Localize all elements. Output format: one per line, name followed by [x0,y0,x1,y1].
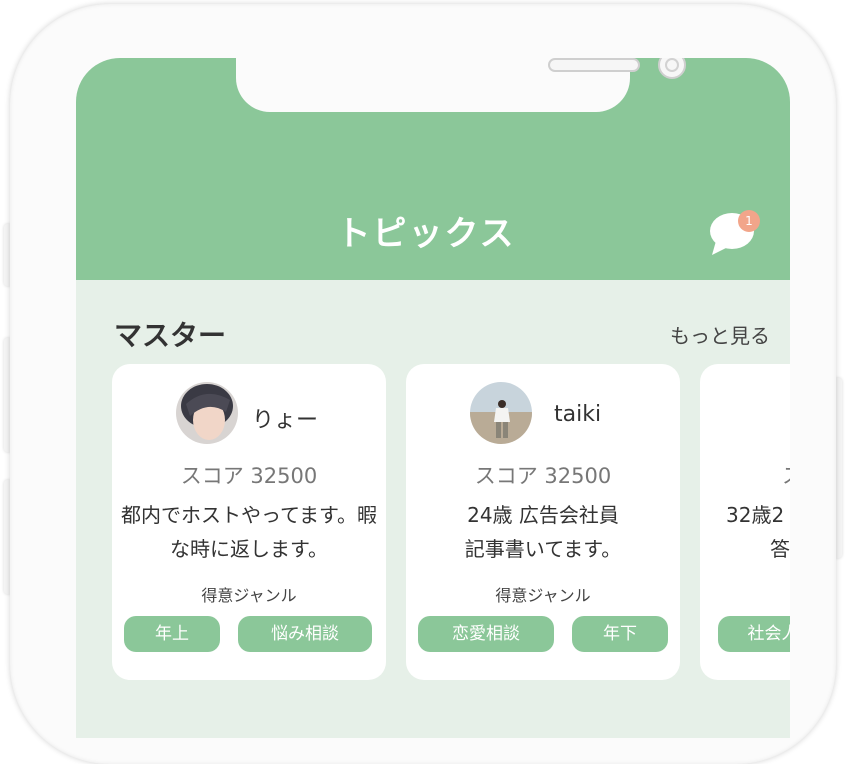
avatar-taiki [470,382,532,444]
genre-tag[interactable]: 恋愛相談 [418,616,554,652]
app-screen: トピックス 1 マスター もっと見る りょー スコア 32500 都内でホストや… [76,58,790,738]
description-line: 24歳 広告会社員 [467,503,619,527]
speaker-grille [548,58,640,72]
see-more-link[interactable]: もっと見る [670,320,770,349]
app-header: トピックス 1 [76,58,790,280]
description-line: 記事書いてます。 [464,537,622,561]
genre-label: 得意ジャンル [495,586,591,605]
page-title: トピックス [336,214,516,254]
section-title: マスター [114,319,227,352]
master-description: 32歳2 答 [726,498,790,566]
genre-tag[interactable]: 年下 [572,616,668,652]
notification-badge: 1 [738,210,760,232]
master-name: りょー [252,408,319,433]
genre-tag[interactable]: 社会人 [718,616,790,652]
master-description: 24歳 広告会社員 記事書いてます。 [414,498,672,566]
master-card[interactable]: りょー スコア 32500 都内でホストやってます。暇な時に返します。 得意ジャ… [112,364,386,680]
master-score: スコア 32500 [180,464,318,488]
master-description: 都内でホストやってます。暇な時に返します。 [121,503,377,561]
avatar-ryo [176,382,238,444]
master-score: スコア 32500 [474,464,612,488]
genre-tag[interactable]: 年上 [124,616,220,652]
phone-frame: トピックス 1 マスター もっと見る りょー スコア 32500 都内でホストや… [10,4,836,764]
front-camera [658,58,686,79]
genre-label: 得意ジャンル [201,586,297,605]
master-card[interactable]: taiki スコア 32500 24歳 広告会社員 記事書いてます。 得意ジャン… [406,364,680,680]
notch [236,58,686,112]
description-line: 32歳2 [726,503,785,527]
description-line: 答 [770,537,790,561]
master-name: taiki [554,402,602,427]
master-card[interactable]: ス 32歳2 答 社会人 [700,364,790,680]
master-score: ス [782,460,790,490]
genre-tag[interactable]: 悩み相談 [238,616,372,652]
